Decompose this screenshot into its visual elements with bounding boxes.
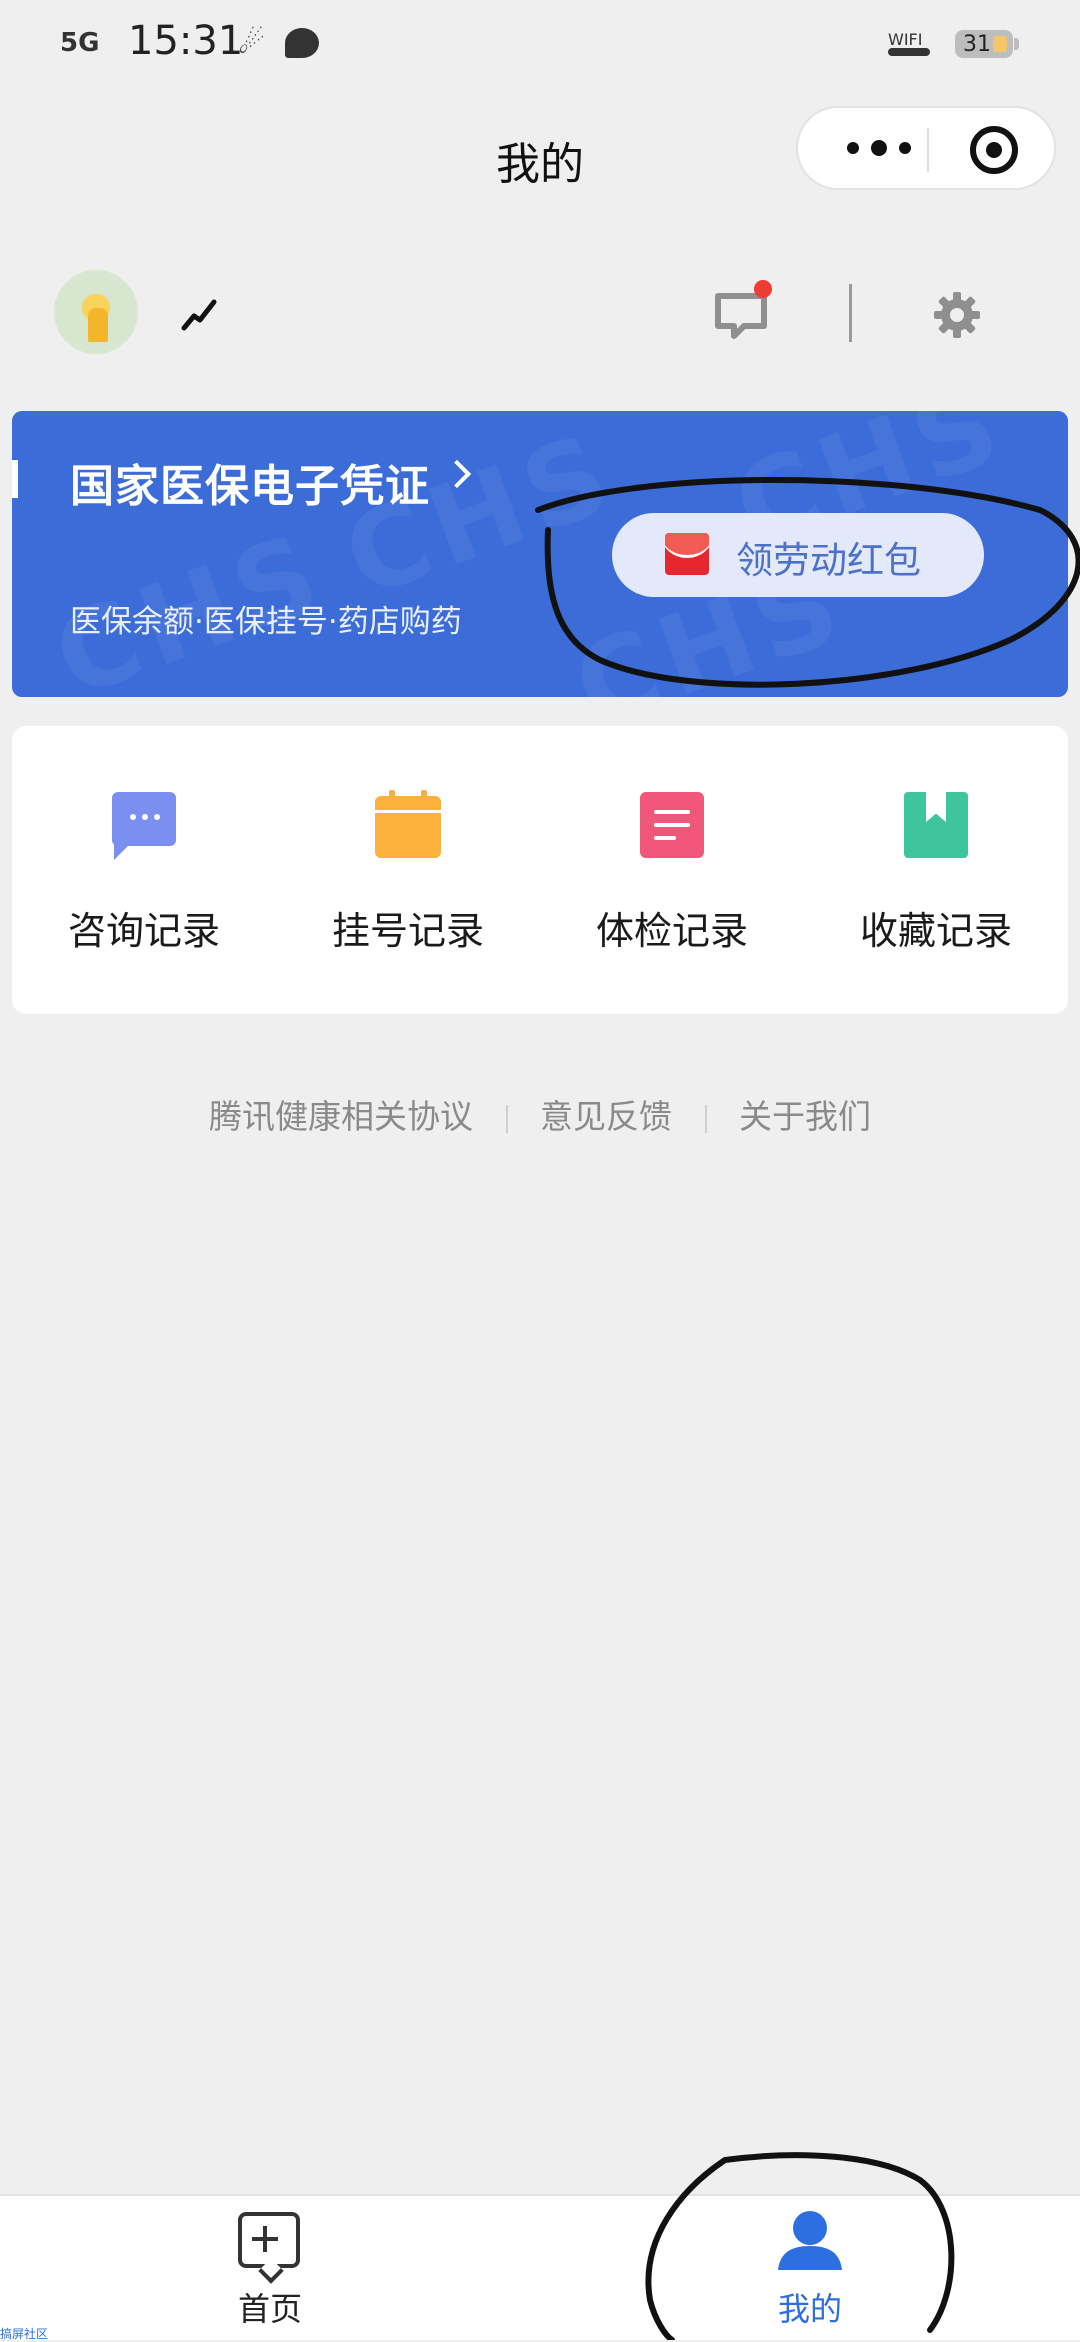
more-options-icon[interactable] xyxy=(834,120,924,176)
chat-bubble-icon[interactable] xyxy=(112,792,176,860)
favorites-records-label[interactable]: 收藏记录 xyxy=(804,900,1068,955)
user-profile-icon[interactable] xyxy=(774,2208,846,2272)
feedback-link[interactable]: 意见反馈 xyxy=(540,1090,672,1138)
tab-home[interactable]: 首页 xyxy=(200,2284,340,2330)
status-time: 15:31 xyxy=(128,18,244,64)
red-packet-label[interactable]: 领劳动红包 xyxy=(736,530,921,584)
miniprogram-capsule xyxy=(796,106,1056,190)
capsule-divider xyxy=(927,128,929,172)
insurance-card-title[interactable]: 国家医保电子凭证 xyxy=(70,450,430,514)
consult-records-label[interactable]: 咨询记录 xyxy=(12,900,276,955)
settings-gear-icon[interactable] xyxy=(932,290,982,340)
corner-watermark: 搞屏社区 xyxy=(0,2327,49,2341)
registration-records-label[interactable]: 挂号记录 xyxy=(276,900,540,955)
footer-links: 腾讯健康相关协议 意见反馈 关于我们 xyxy=(0,1090,1080,1138)
wifi-icon: WIFI xyxy=(888,30,923,49)
battery-icon: 31 xyxy=(955,30,1013,58)
status-bar: 5G 15:31 ☄ WIFI 31 xyxy=(0,0,1080,90)
exam-records-label[interactable]: 体检记录 xyxy=(540,900,804,955)
divider xyxy=(849,284,852,342)
avatar[interactable] xyxy=(54,270,138,354)
unread-dot xyxy=(754,280,772,298)
close-miniprogram-icon[interactable] xyxy=(970,126,1018,174)
card-accent-bar xyxy=(12,460,18,498)
link-divider xyxy=(505,1104,508,1133)
wifi-signal-bar xyxy=(888,48,930,56)
agreement-link[interactable]: 腾讯健康相关协议 xyxy=(209,1090,473,1138)
chat-notification-icon xyxy=(285,28,319,58)
red-envelope-icon xyxy=(665,533,709,575)
tab-bar xyxy=(0,2194,1080,2340)
battery-level: 31 xyxy=(963,31,991,57)
about-link[interactable]: 关于我们 xyxy=(739,1090,871,1138)
planet-icon: ☄ xyxy=(238,26,265,61)
tab-me[interactable]: 我的 xyxy=(740,2284,880,2330)
records-card xyxy=(12,726,1068,1014)
battery-tip xyxy=(1014,38,1019,50)
signal-indicator: 5G xyxy=(60,28,100,58)
link-divider xyxy=(704,1104,707,1133)
card-watermark: CHS xyxy=(328,411,632,623)
edit-pen-icon[interactable] xyxy=(180,294,220,334)
hand-drawn-annotation xyxy=(535,477,1080,2340)
bookmark-icon[interactable] xyxy=(904,792,968,858)
document-icon[interactable] xyxy=(640,792,704,858)
calendar-icon[interactable] xyxy=(375,790,441,858)
insurance-card-subtitle: 医保余额·医保挂号·药店购药 xyxy=(70,604,462,640)
